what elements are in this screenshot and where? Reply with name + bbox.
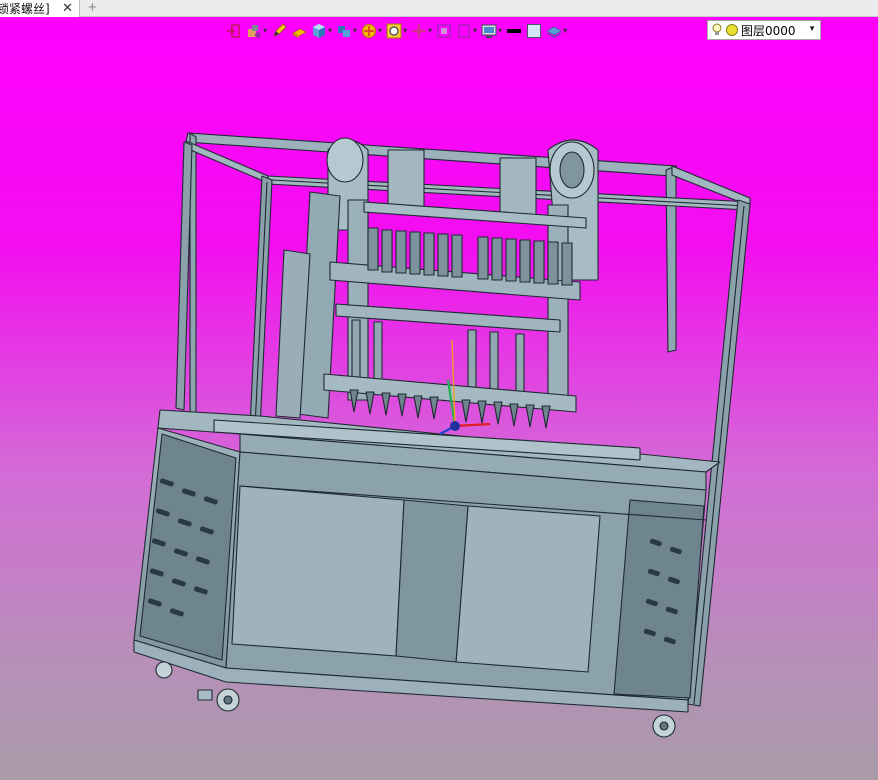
machine-3d-model[interactable] <box>0 17 878 780</box>
document-tab-title: 锁紧螺丝] <box>0 2 50 16</box>
document-tab-bar: 锁紧螺丝] ✕ + <box>0 0 878 17</box>
new-tab-button[interactable]: + <box>88 0 97 16</box>
3d-viewport[interactable]: ▾ ▾ ▾ ▾ ▾ ▾ ▾ ▾ ▾ 图层0000 ▼ <box>0 17 878 780</box>
document-tab[interactable]: 锁紧螺丝] ✕ <box>0 0 80 17</box>
close-tab-icon[interactable]: ✕ <box>62 0 73 16</box>
